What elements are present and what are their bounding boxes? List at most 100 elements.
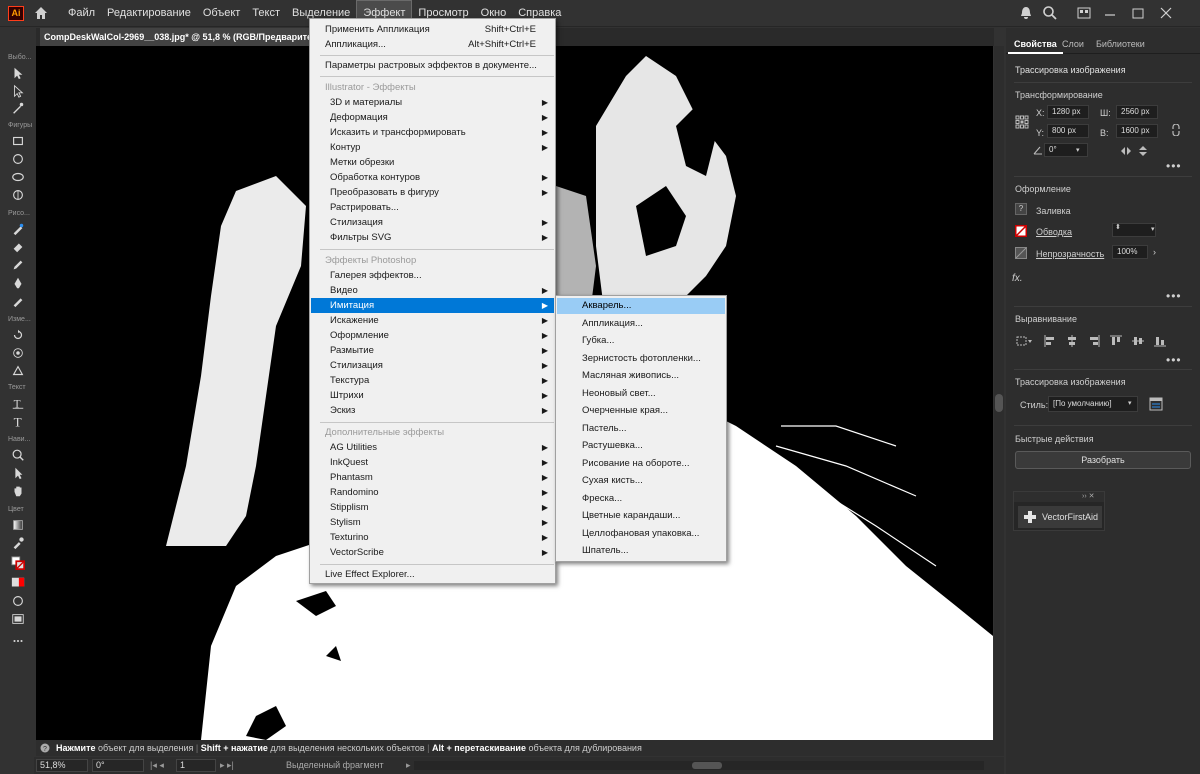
artboard-number-field[interactable]: 1 [176,759,216,772]
submenu-item-fresco[interactable]: Фреска... [557,491,725,507]
menu-item-pathfinder[interactable]: Обработка контуров ▶ [311,170,554,185]
next-artboard-icon[interactable]: ▸ ▸| [220,757,234,774]
scale-tool-icon[interactable] [10,346,26,360]
horizontal-scrollbar[interactable] [414,761,984,770]
menu-item-artistic[interactable]: Имитация ▶ [311,298,554,313]
width-field[interactable]: 2560 px [1116,105,1158,119]
opacity-label[interactable]: Непрозрачность [1036,249,1104,259]
submenu-item-paint-daubs[interactable]: Масляная живопись... [557,368,725,384]
screen-mode-icon[interactable] [10,612,26,626]
menu-item-texture[interactable]: Текстура ▶ [311,373,554,388]
pencil-tool-icon[interactable] [10,258,26,272]
minimize-icon[interactable] [1102,5,1118,21]
type-on-path-tool-icon[interactable]: T [10,396,26,410]
artboard-tool-icon[interactable] [10,466,26,480]
polygon-tool-icon[interactable] [10,170,26,184]
scrollbar-thumb[interactable] [995,394,1003,412]
trace-options-panel-icon[interactable] [1149,397,1163,411]
rectangle-tool-icon[interactable] [10,134,26,148]
menu-item-blur[interactable]: Размытие ▶ [311,343,554,358]
tab-layers[interactable]: Слои [1056,34,1090,54]
menu-item-stipplism[interactable]: Stipplism ▶ [311,500,554,515]
zoom-tool-icon[interactable] [10,448,26,462]
submenu-item-palette-knife[interactable]: Шпатель... [557,543,725,559]
height-field[interactable]: 1600 px [1116,124,1158,138]
menu-item-distort-transform[interactable]: Исказить и трансформировать ▶ [311,125,554,140]
document-tab[interactable]: CompDeskWalCol-2969__038.jpg* @ 51,8 % (… [40,28,310,46]
restore-icon[interactable] [1130,5,1146,21]
menu-item-apply-last-effect[interactable]: Применить Аппликация Shift+Ctrl+E [311,22,554,37]
more-tools-icon[interactable] [10,634,26,648]
shaper-tool-icon[interactable] [10,188,26,202]
rotation-field[interactable]: 0° [92,759,144,772]
gradient-tool-icon[interactable] [10,518,26,532]
close-icon[interactable] [1158,5,1174,21]
rotate-tool-icon[interactable] [10,328,26,342]
menu-item-stylism[interactable]: Stylism ▶ [311,515,554,530]
trace-style-select[interactable]: [По умолчанию] [1048,396,1138,412]
menu-item-path[interactable]: Контур ▶ [311,140,554,155]
hand-tool-icon[interactable] [10,484,26,498]
stepper-icon[interactable]: ⬍ [1115,223,1121,231]
fill-stroke-swatch-icon[interactable] [10,556,26,570]
menu-item-video[interactable]: Видео ▶ [311,283,554,298]
menu-item-svg-filters[interactable]: Фильтры SVG ▶ [311,230,554,245]
fill-stroke-toggle-icon[interactable] [10,576,26,590]
align-center-horizontal-icon[interactable] [1066,335,1078,347]
constrain-proportions-icon[interactable] [1170,124,1182,136]
menu-item-live-effect-explorer[interactable]: Live Effect Explorer... [311,567,554,582]
menu-item-texturino[interactable]: Texturino ▶ [311,530,554,545]
type-tool-icon[interactable]: T [10,414,26,428]
menu-item-phantasm[interactable]: Phantasm ▶ [311,470,554,485]
menu-type[interactable]: Текст [246,0,286,27]
home-icon[interactable] [33,5,49,21]
pen-tool-icon[interactable] [10,276,26,290]
bell-icon[interactable] [1018,5,1034,21]
menu-item-crop-marks[interactable]: Метки обрезки [311,155,554,170]
direct-selection-tool-icon[interactable] [10,84,26,98]
menu-item-randomino[interactable]: Randomino ▶ [311,485,554,500]
menu-item-distort[interactable]: Искажение ▶ [311,313,554,328]
submenu-item-neon-glow[interactable]: Неоновый свет... [557,386,725,402]
first-artboard-icon[interactable]: |◂ ◂ [150,757,164,774]
chevron-down-icon[interactable]: ▾ [1076,146,1080,154]
chevron-down-icon[interactable]: ▾ [1151,225,1155,233]
menu-item-rasterize[interactable]: Растрировать... [311,200,554,215]
eyedropper-tool-icon[interactable] [10,536,26,550]
submenu-item-plastic-wrap[interactable]: Целлофановая упаковка... [557,526,725,542]
menu-item-last-effect[interactable]: Аппликация... Alt+Shift+Ctrl+E [311,37,554,52]
submenu-item-dry-brush[interactable]: Сухая кисть... [557,473,725,489]
align-top-icon[interactable] [1110,335,1122,347]
tab-properties[interactable]: Свойства [1008,34,1063,54]
menu-item-vectorscribe[interactable]: VectorScribe ▶ [311,545,554,560]
reference-point-icon[interactable] [1015,115,1029,129]
menu-item-stylize[interactable]: Стилизация ▶ [311,215,554,230]
menu-object[interactable]: Объект [197,0,246,27]
stroke-swatch-icon[interactable] [1015,225,1027,237]
zoom-level-field[interactable]: 51,8% [36,759,88,772]
expand-button[interactable]: Разобрать [1015,451,1191,469]
arrange-documents-icon[interactable] [1076,5,1092,21]
stroke-label[interactable]: Обводка [1036,227,1072,237]
y-position-field[interactable]: 800 px [1047,124,1089,138]
submenu-item-poster-edges[interactable]: Очерченные края... [557,403,725,419]
width-tool-icon[interactable] [10,364,26,378]
submenu-item-colored-pencil[interactable]: Цветные карандаши... [557,508,725,524]
ellipse-tool-icon[interactable] [10,152,26,166]
fx-icon[interactable]: fx. [1012,273,1023,284]
rotation-angle-field[interactable]: 0° [1044,143,1088,157]
menu-item-raster-effects-settings[interactable]: Параметры растровых эффектов в документе… [311,58,554,73]
tab-libraries[interactable]: Библиотеки [1090,34,1151,54]
magic-wand-tool-icon[interactable] [10,101,26,115]
blob-brush-tool-icon[interactable] [10,294,26,308]
align-center-vertical-icon[interactable] [1132,335,1144,347]
chevron-right-icon[interactable]: › [1153,247,1156,257]
opacity-field[interactable]: 100% [1112,245,1148,259]
flip-horizontal-icon[interactable] [1120,145,1132,157]
brush-tool-icon[interactable] [10,222,26,236]
menu-item-warp[interactable]: Деформация ▶ [311,110,554,125]
submenu-item-film-grain[interactable]: Зернистость фотопленки... [557,351,725,367]
fill-swatch-icon[interactable]: ? [1015,203,1027,215]
more-options-icon[interactable]: ••• [1166,289,1182,303]
eraser-tool-icon[interactable] [10,240,26,254]
